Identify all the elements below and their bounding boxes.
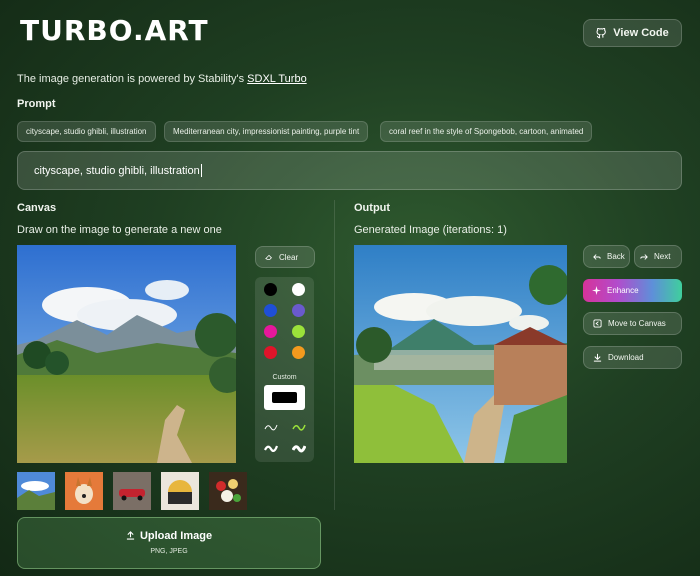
color-black[interactable]	[264, 283, 277, 296]
mountain-valley-thumb[interactable]	[17, 472, 55, 510]
color-blue[interactable]	[264, 304, 277, 317]
clear-label: Clear	[279, 252, 299, 262]
prompt-suggestion-2[interactable]: Mediterranean city, impressionist painti…	[164, 121, 369, 142]
brush-thin-icon[interactable]	[264, 422, 278, 432]
prompt-input-value: cityscape, studio ghibli, illustration	[34, 164, 200, 177]
powered-prefix: The image generation is powered by Stabi…	[17, 73, 248, 85]
moon-sunset-thumb[interactable]	[161, 472, 199, 510]
generated-image	[354, 245, 567, 463]
powered-by-text: The image generation is powered by Stabi…	[17, 73, 307, 85]
upload-label: Upload Image	[139, 530, 213, 542]
color-lime[interactable]	[292, 325, 305, 338]
canvas-instruction: Draw on the image to generate a new one	[17, 224, 222, 236]
color-orange[interactable]	[292, 346, 305, 359]
view-code-button[interactable]: View Code	[583, 19, 682, 47]
color-purple[interactable]	[292, 304, 305, 317]
enhance-button[interactable]: Enhance	[583, 279, 682, 302]
view-code-label: View Code	[613, 27, 669, 39]
canvas-heading: Canvas	[17, 202, 57, 214]
enhance-label: Enhance	[607, 286, 639, 295]
prompt-input[interactable]: cityscape, studio ghibli, illustration	[17, 151, 682, 190]
next-button[interactable]: Next	[634, 245, 682, 268]
move-to-canvas-label: Move to Canvas	[608, 319, 666, 328]
back-label: Back	[607, 252, 625, 261]
custom-color-label: Custom	[272, 374, 297, 381]
food-platter-thumb[interactable]	[209, 472, 247, 510]
sdxl-turbo-link[interactable]: SDXL Turbo	[247, 73, 307, 85]
brush-medium-icon[interactable]	[292, 422, 306, 432]
red-car-thumb[interactable]	[113, 472, 151, 510]
sparkle-icon	[592, 286, 601, 295]
undo-icon	[593, 253, 601, 261]
corgi-thumb[interactable]	[65, 472, 103, 510]
prompt-heading: Prompt	[17, 98, 56, 110]
download-button[interactable]: Download	[583, 346, 682, 369]
color-palette: Custom	[255, 277, 314, 462]
next-label: Next	[654, 252, 671, 261]
move-to-canvas-button[interactable]: Move to Canvas	[583, 312, 682, 335]
prompt-suggestion-3[interactable]: coral reef in the style of Spongebob, ca…	[380, 121, 593, 142]
brush-thick-icon[interactable]	[264, 443, 278, 453]
color-white[interactable]	[292, 283, 305, 296]
prompt-suggestion-1[interactable]: cityscape, studio ghibli, illustration	[17, 121, 156, 142]
color-pink[interactable]	[264, 325, 277, 338]
color-red[interactable]	[264, 346, 277, 359]
output-status: Generated Image (iterations: 1)	[354, 224, 507, 236]
eraser-icon	[265, 253, 273, 261]
redo-icon	[640, 253, 648, 261]
custom-color-preview	[272, 392, 297, 403]
logo: TURBO.ART	[20, 14, 209, 47]
upload-icon	[126, 531, 135, 540]
download-icon	[593, 353, 602, 362]
move-canvas-icon	[593, 319, 602, 328]
custom-color-picker[interactable]	[264, 385, 305, 410]
download-label: Download	[608, 353, 644, 362]
clear-button[interactable]: Clear	[255, 246, 315, 268]
text-caret	[200, 164, 202, 177]
output-heading: Output	[354, 202, 391, 214]
brush-extra-thick-icon[interactable]	[292, 443, 306, 453]
upload-formats: PNG, JPEG	[150, 548, 188, 555]
back-button[interactable]: Back	[583, 245, 630, 268]
column-divider	[334, 200, 335, 510]
upload-label-row: Upload Image	[18, 530, 320, 542]
github-icon	[596, 27, 607, 39]
upload-image-button[interactable]: Upload Image PNG, JPEG	[17, 517, 321, 569]
drawing-canvas[interactable]	[17, 245, 236, 463]
